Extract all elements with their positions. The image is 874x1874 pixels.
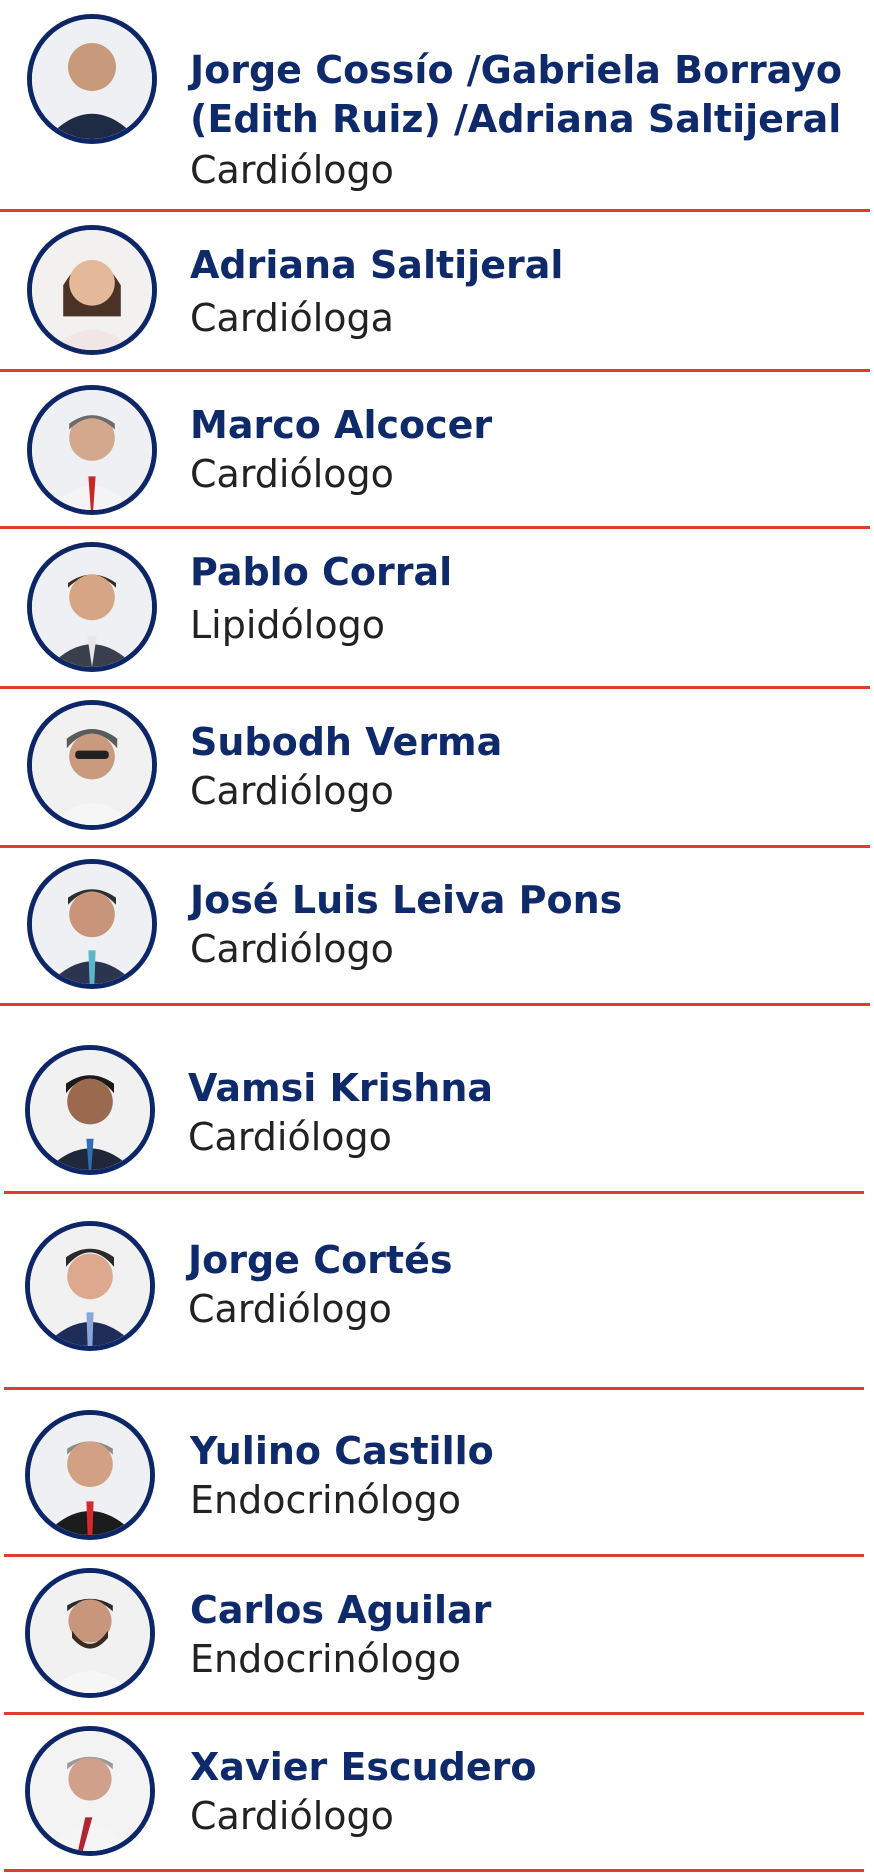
row-divider [4, 1712, 864, 1715]
speaker-photo [27, 225, 157, 355]
speaker-role: Cardiólogo [190, 452, 394, 496]
speaker-name: Subodh Verma [190, 720, 503, 764]
speaker-role: Cardiólogo [190, 927, 394, 971]
speaker-photo [27, 14, 157, 144]
speaker-photo [25, 1045, 155, 1175]
speaker-role: Cardiólogo [188, 1287, 392, 1331]
speaker-role: Cardiólogo [190, 148, 394, 192]
speaker-name: Marco Alcocer [190, 403, 493, 447]
speaker-role: Cardiólogo [190, 1794, 394, 1838]
speaker-photo [27, 700, 157, 830]
speaker-role: Endocrinólogo [190, 1478, 462, 1522]
row-divider [0, 1003, 870, 1006]
row-divider [0, 686, 870, 689]
speaker-name: Xavier Escudero [190, 1745, 537, 1789]
speaker-name: Yulino Castillo [190, 1429, 494, 1473]
speaker-role: Cardióloga [190, 296, 394, 340]
speaker-name: Jorge Cortés [188, 1238, 453, 1282]
speaker-role: Lipidólogo [190, 603, 385, 647]
row-divider [0, 845, 870, 848]
speaker-name: Pablo Corral [190, 550, 453, 594]
speaker-role: Endocrinólogo [190, 1637, 462, 1681]
row-divider [4, 1869, 864, 1872]
row-divider [0, 209, 870, 212]
speaker-name: José Luis Leiva Pons [190, 878, 623, 922]
speaker-name: Vamsi Krishna [188, 1066, 494, 1110]
speaker-role: Cardiólogo [188, 1115, 392, 1159]
row-divider [0, 526, 870, 529]
speaker-name: Adriana Saltijeral [190, 243, 564, 287]
row-divider [4, 1191, 864, 1194]
speaker-photo [27, 542, 157, 672]
speaker-photo [27, 385, 157, 515]
speaker-name: Carlos Aguilar [190, 1588, 492, 1632]
speaker-photo [27, 859, 157, 989]
row-divider [4, 1554, 864, 1557]
row-divider [4, 1387, 864, 1390]
speaker-photo [25, 1221, 155, 1351]
speaker-name: (Edith Ruiz) /Adriana Saltijeral [190, 97, 842, 141]
speaker-name: Jorge Cossío /Gabriela Borrayo [190, 48, 843, 92]
speaker-photo [25, 1568, 155, 1698]
speaker-role: Cardiólogo [190, 769, 394, 813]
row-divider [0, 369, 870, 372]
speaker-photo [25, 1410, 155, 1540]
speaker-photo [25, 1726, 155, 1856]
